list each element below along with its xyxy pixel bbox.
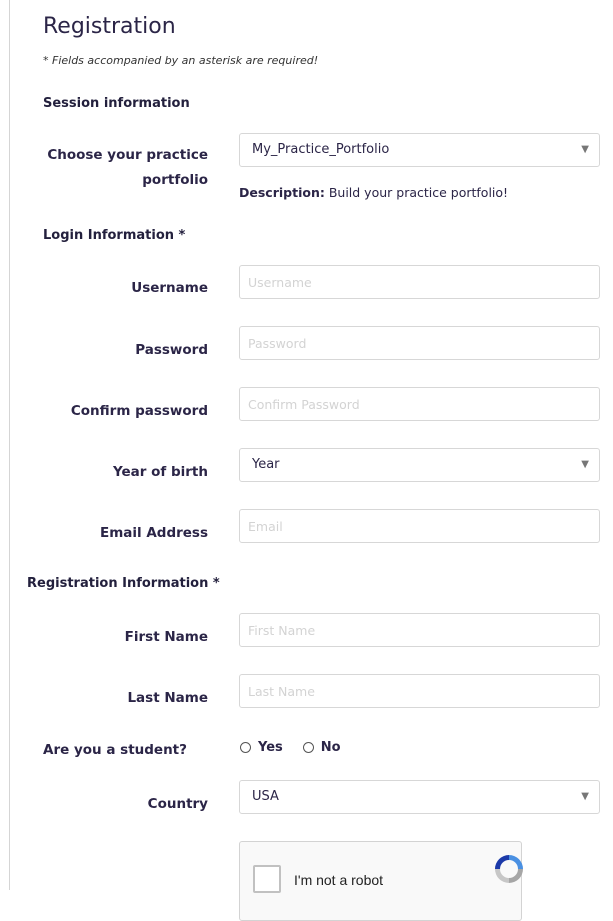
- recaptcha-checkbox[interactable]: [253, 865, 281, 893]
- chevron-down-icon: ▼: [581, 144, 589, 155]
- login-information-heading: Login Information *: [43, 228, 186, 243]
- username-input[interactable]: [239, 265, 600, 299]
- portfolio-select[interactable]: My_Practice_Portfolio ▼: [239, 133, 600, 167]
- country-label: Country: [147, 796, 208, 812]
- username-label: Username: [131, 280, 208, 296]
- required-fields-note: * Fields accompanied by an asterisk are …: [43, 54, 319, 67]
- chevron-down-icon: ▼: [581, 459, 589, 470]
- description-text: Build your practice portfolio!: [324, 185, 509, 200]
- year-of-birth-label: Year of birth: [112, 464, 208, 480]
- confirm-password-input[interactable]: [239, 387, 600, 421]
- year-of-birth-select[interactable]: Year ▼: [239, 448, 600, 482]
- recaptcha-icon: [495, 855, 523, 883]
- student-no-option[interactable]: No: [302, 740, 341, 755]
- email-input[interactable]: [239, 509, 600, 543]
- chevron-down-icon: ▼: [581, 791, 589, 802]
- radio-yes[interactable]: [240, 742, 251, 753]
- description-label: Description:: [239, 185, 325, 200]
- portfolio-label-line2: portfolio: [142, 172, 208, 188]
- year-select-value: Year: [252, 457, 280, 472]
- student-question-label: Are you a student?: [43, 742, 187, 758]
- portfolio-label: Choose your practice portfolio: [8, 147, 208, 188]
- registration-information-heading: Registration Information *: [27, 576, 220, 591]
- left-border: [9, 0, 10, 890]
- confirm-password-label: Confirm password: [70, 403, 208, 419]
- student-yes-label: Yes: [258, 740, 283, 755]
- portfolio-select-value: My_Practice_Portfolio: [252, 142, 390, 157]
- portfolio-label-line1: Choose your practice: [47, 147, 208, 163]
- password-label: Password: [135, 342, 208, 358]
- page-title: Registration: [43, 14, 176, 39]
- first-name-input[interactable]: [239, 613, 600, 647]
- country-select[interactable]: USA ▼: [239, 780, 600, 814]
- country-select-value: USA: [252, 789, 279, 804]
- student-no-label: No: [320, 740, 341, 755]
- student-yes-option[interactable]: Yes: [240, 740, 283, 755]
- radio-no[interactable]: [302, 742, 314, 753]
- recaptcha-widget: I'm not a robot: [239, 841, 523, 921]
- first-name-label: First Name: [124, 629, 208, 645]
- password-input[interactable]: [239, 326, 600, 360]
- last-name-input[interactable]: [239, 674, 600, 708]
- student-radio-group: Yes No: [240, 740, 361, 755]
- email-label: Email Address: [99, 525, 208, 541]
- last-name-label: Last Name: [127, 690, 208, 706]
- recaptcha-label: I'm not a robot: [294, 872, 384, 888]
- session-information-heading: Session information: [43, 96, 190, 111]
- portfolio-description: Description: Build your practice portfol…: [239, 185, 508, 200]
